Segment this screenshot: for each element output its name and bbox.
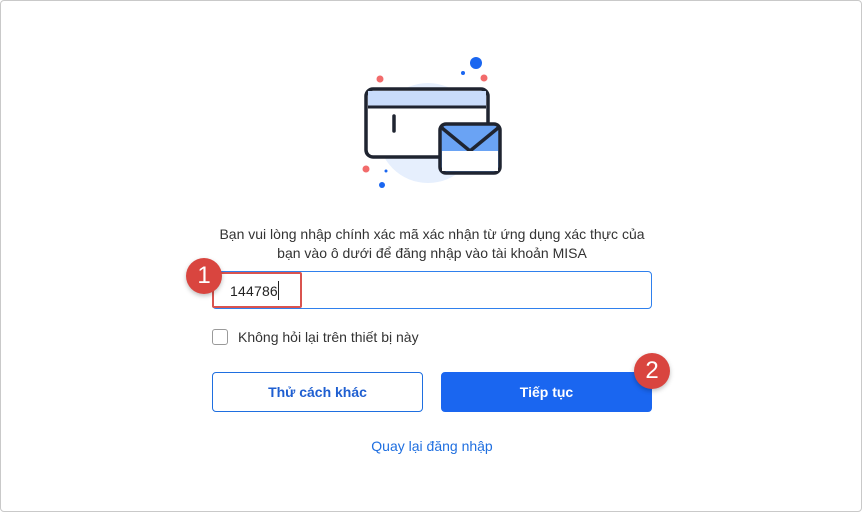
instruction-line-1: Bạn vui lòng nhập chính xác mã xác nhận … [219,226,645,242]
step-1-badge: 1 [186,258,222,294]
annotation-highlight-box [212,272,302,308]
step-2-badge: 2 [634,353,670,389]
try-other-method-button[interactable]: Thử cách khác [212,372,423,412]
remember-device-checkbox[interactable] [212,329,228,345]
dialog-frame: Bạn vui lòng nhập chính xác mã xác nhận … [0,0,862,512]
instruction-line-2: bạn vào ô dưới để đăng nhập vào tài khoả… [277,245,587,261]
remember-device-option[interactable]: Không hỏi lại trên thiết bị này [212,328,419,346]
remember-device-label: Không hỏi lại trên thiết bị này [238,329,419,345]
continue-button[interactable]: Tiếp tục [441,372,652,412]
instruction-text: Bạn vui lòng nhập chính xác mã xác nhận … [201,225,663,263]
card-envelope-icon [362,57,502,188]
back-to-login-link[interactable]: Quay lại đăng nhập [332,438,532,454]
